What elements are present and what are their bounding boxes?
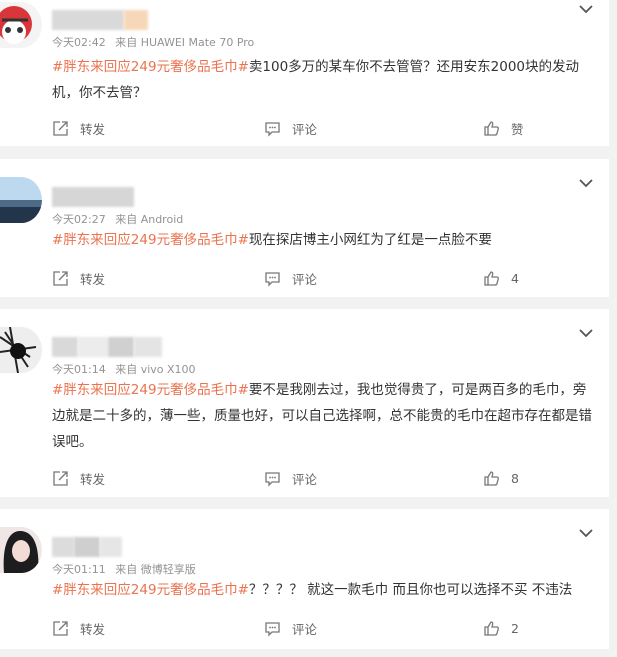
comment-label: 评论 bbox=[292, 471, 318, 487]
forward-button[interactable]: 转发 bbox=[52, 117, 105, 139]
like-count: 2 bbox=[511, 620, 519, 636]
post-source: 来自 微博轻享版 bbox=[115, 563, 196, 576]
comment-label: 评论 bbox=[292, 121, 318, 137]
comment-text: #胖东来回应249元奢侈品毛巾#卖100多万的某车你不去管管？还用安东2000块… bbox=[52, 54, 592, 106]
like-button[interactable]: 8 bbox=[483, 467, 519, 489]
post-time: 今天01:11 bbox=[52, 563, 106, 576]
like-icon bbox=[484, 620, 499, 636]
like-button[interactable]: 赞 bbox=[483, 117, 524, 139]
post-source: 来自 Android bbox=[115, 213, 184, 226]
forward-button[interactable]: 转发 bbox=[52, 467, 105, 489]
like-count: 4 bbox=[511, 270, 519, 286]
comment-icon bbox=[265, 471, 280, 487]
comment-button[interactable]: 评论 bbox=[264, 267, 317, 289]
post-meta: 今天01:11 来自 微博轻享版 bbox=[52, 561, 196, 577]
chevron-down-icon[interactable] bbox=[577, 326, 595, 340]
action-bar: 转发 评论 2 bbox=[0, 617, 609, 639]
chevron-down-icon[interactable] bbox=[577, 2, 595, 16]
forward-label: 转发 bbox=[80, 621, 106, 637]
comment-card: 今天01:14 来自 vivo X100 #胖东来回应249元奢侈品毛巾#要不是… bbox=[0, 309, 609, 497]
avatar[interactable] bbox=[0, 527, 42, 573]
forward-icon bbox=[53, 470, 68, 486]
post-time: 今天02:27 bbox=[52, 213, 106, 226]
like-button[interactable]: 2 bbox=[483, 617, 519, 639]
comment-button[interactable]: 评论 bbox=[264, 117, 317, 139]
forward-label: 转发 bbox=[80, 271, 106, 287]
avatar[interactable] bbox=[0, 327, 42, 373]
forward-button[interactable]: 转发 bbox=[52, 617, 105, 639]
comment-card: 今天01:11 来自 微博轻享版 #胖东来回应249元奢侈品毛巾#？？？？ 就这… bbox=[0, 509, 609, 649]
avatar[interactable] bbox=[0, 2, 42, 48]
username-redacted[interactable] bbox=[52, 537, 122, 557]
username-redacted[interactable] bbox=[52, 337, 162, 357]
hashtag-link[interactable]: #胖东来回应249元奢侈品毛巾# bbox=[52, 582, 249, 598]
comment-text: #胖东来回应249元奢侈品毛巾#现在探店博主小网红为了红是一点脸不要 bbox=[52, 227, 592, 253]
hashtag-link[interactable]: #胖东来回应249元奢侈品毛巾# bbox=[52, 382, 249, 398]
hashtag-link[interactable]: #胖东来回应249元奢侈品毛巾# bbox=[52, 59, 249, 75]
comment-card: 今天02:27 来自 Android #胖东来回应249元奢侈品毛巾#现在探店博… bbox=[0, 159, 609, 297]
comment-icon bbox=[265, 621, 280, 637]
hashtag-link[interactable]: #胖东来回应249元奢侈品毛巾# bbox=[52, 232, 249, 248]
comment-card: 今天02:42 来自 HUAWEI Mate 70 Pro #胖东来回应249元… bbox=[0, 0, 609, 146]
like-icon bbox=[484, 120, 499, 136]
like-button[interactable]: 4 bbox=[483, 267, 519, 289]
chevron-down-icon[interactable] bbox=[577, 176, 595, 190]
comment-text: #胖东来回应249元奢侈品毛巾#要不是我刚去过，我也觉得贵了，可是两百多的毛巾，… bbox=[52, 377, 592, 455]
post-meta: 今天01:14 来自 vivo X100 bbox=[52, 361, 196, 377]
comment-feed: 今天02:42 来自 HUAWEI Mate 70 Pro #胖东来回应249元… bbox=[0, 0, 617, 657]
comment-icon bbox=[265, 121, 280, 137]
post-time: 今天01:14 bbox=[52, 363, 106, 376]
like-icon bbox=[484, 470, 499, 486]
like-icon bbox=[484, 270, 499, 286]
comment-icon bbox=[265, 271, 280, 287]
username-redacted[interactable] bbox=[52, 10, 148, 30]
like-count: 8 bbox=[511, 470, 519, 486]
comment-button[interactable]: 评论 bbox=[264, 617, 317, 639]
post-meta: 今天02:27 来自 Android bbox=[52, 211, 183, 227]
forward-icon bbox=[53, 270, 68, 286]
forward-label: 转发 bbox=[80, 471, 106, 487]
post-source: 来自 HUAWEI Mate 70 Pro bbox=[115, 36, 255, 49]
comment-body: 现在探店博主小网红为了红是一点脸不要 bbox=[248, 232, 492, 248]
username-redacted[interactable] bbox=[52, 187, 134, 207]
action-bar: 转发 评论 8 bbox=[0, 467, 609, 489]
post-source: 来自 vivo X100 bbox=[115, 363, 196, 376]
forward-label: 转发 bbox=[80, 121, 106, 137]
comment-body: ？？？？ 就这一款毛巾 而且你也可以选择不买 不违法 bbox=[248, 582, 573, 598]
forward-button[interactable]: 转发 bbox=[52, 267, 105, 289]
comment-label: 评论 bbox=[292, 271, 318, 287]
avatar[interactable] bbox=[0, 177, 42, 223]
comment-label: 评论 bbox=[292, 621, 318, 637]
action-bar: 转发 评论 4 bbox=[0, 267, 609, 289]
post-time: 今天02:42 bbox=[52, 36, 106, 49]
forward-icon bbox=[53, 120, 68, 136]
action-bar: 转发 评论 赞 bbox=[0, 117, 609, 139]
like-count: 赞 bbox=[511, 121, 524, 137]
forward-icon bbox=[53, 620, 68, 636]
comment-text: #胖东来回应249元奢侈品毛巾#？？？？ 就这一款毛巾 而且你也可以选择不买 不… bbox=[52, 577, 592, 603]
chevron-down-icon[interactable] bbox=[577, 526, 595, 540]
comment-button[interactable]: 评论 bbox=[264, 467, 317, 489]
post-meta: 今天02:42 来自 HUAWEI Mate 70 Pro bbox=[52, 34, 254, 50]
